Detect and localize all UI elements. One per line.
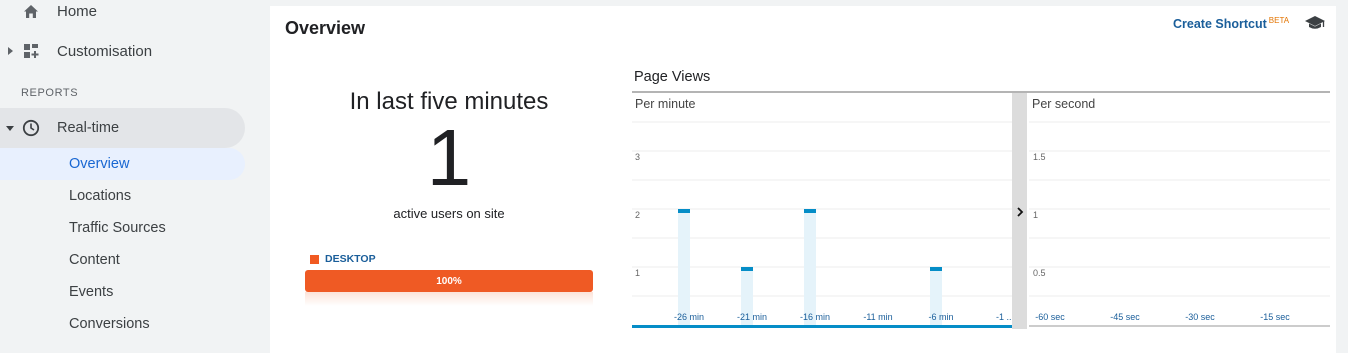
sidebar-item-realtime[interactable]: Real-time bbox=[0, 108, 245, 148]
y-tick-label: 1 bbox=[635, 268, 640, 278]
bar-cap bbox=[930, 267, 942, 271]
bar-cap bbox=[804, 209, 816, 213]
device-share-bar: 100% bbox=[305, 270, 593, 292]
y-tick-label: 1 bbox=[1033, 210, 1038, 220]
x-tick-label: -11 min bbox=[863, 312, 892, 322]
desktop-swatch bbox=[310, 254, 319, 264]
y-tick-label: 3 bbox=[635, 152, 640, 162]
graduation-cap-icon[interactable] bbox=[1304, 15, 1326, 31]
sidebar-item-content[interactable]: Content bbox=[0, 244, 245, 276]
create-shortcut-link[interactable]: Create Shortcut BETA bbox=[1173, 16, 1290, 31]
panel-divider bbox=[1012, 93, 1027, 329]
bar-cap bbox=[678, 209, 690, 213]
sidebar-item-label: Real-time bbox=[57, 120, 120, 136]
section-label: REPORTS bbox=[21, 87, 79, 99]
x-tick-label: -21 min bbox=[737, 312, 767, 322]
x-tick-label: -60 sec bbox=[1035, 312, 1065, 322]
page-views-chart: Per minute 1 2 3 -26 min -21 min -16 min -11 mi… bbox=[632, 91, 1330, 329]
sidebar-item-traffic-sources[interactable]: Traffic Sources bbox=[0, 212, 245, 244]
dashboard-plus-icon bbox=[22, 42, 40, 60]
active-users-label: active users on site bbox=[393, 206, 505, 221]
x-tick-label: -45 sec bbox=[1110, 312, 1140, 322]
home-icon bbox=[22, 2, 40, 20]
page-views-title: Page Views bbox=[634, 69, 711, 85]
bar bbox=[804, 209, 816, 325]
y-tick-label: 2 bbox=[635, 210, 640, 220]
per-second-title: Per second bbox=[1032, 97, 1095, 111]
create-shortcut-label: Create Shortcut bbox=[1173, 17, 1267, 31]
bar-cap bbox=[741, 267, 753, 271]
per-minute-title: Per minute bbox=[635, 97, 695, 111]
x-tick-label: -30 sec bbox=[1185, 312, 1215, 322]
sidebar-item-locations[interactable]: Locations bbox=[0, 180, 245, 212]
bar bbox=[678, 209, 690, 325]
sidebar-item-customisation[interactable]: Customisation bbox=[0, 35, 245, 67]
sidebar-item-events[interactable]: Events bbox=[0, 276, 245, 308]
x-tick-label: -26 min bbox=[674, 312, 704, 322]
sidebar: Home Customisation REPORTS Real-time Ove… bbox=[0, 0, 262, 353]
last-five-minutes-title: In last five minutes bbox=[349, 88, 549, 115]
sidebar-item-home[interactable]: Home bbox=[0, 0, 245, 27]
y-tick-label: 1.5 bbox=[1033, 152, 1046, 162]
clock-icon bbox=[22, 119, 40, 137]
page-views-charts: Per minute 1 2 3 -26 min -21 min -16 min -11 mi… bbox=[632, 91, 1330, 329]
collapse-caret-icon[interactable] bbox=[6, 125, 14, 131]
y-tick-label: 0.5 bbox=[1033, 268, 1046, 278]
sidebar-item-conversions[interactable]: Conversions bbox=[0, 308, 245, 340]
x-tick-label: -6 min bbox=[928, 312, 953, 322]
beta-badge: BETA bbox=[1268, 16, 1290, 25]
device-label: DESKTOP bbox=[325, 253, 376, 265]
x-tick-label: -16 min bbox=[800, 312, 830, 322]
device-percent-label: 100% bbox=[436, 275, 462, 287]
sidebar-item-label: Home bbox=[57, 2, 98, 20]
x-tick-label: -1 ... bbox=[996, 312, 1014, 322]
overview-card: Overview Create Shortcut BETA In last fiv… bbox=[270, 6, 1336, 353]
page-title: Overview bbox=[285, 18, 366, 38]
sidebar-item-label: Customisation bbox=[57, 42, 153, 60]
sidebar-item-overview[interactable]: Overview bbox=[0, 148, 245, 180]
expand-caret-icon[interactable] bbox=[8, 47, 13, 55]
device-legend: DESKTOP bbox=[310, 253, 376, 265]
x-tick-label: -15 sec bbox=[1260, 312, 1290, 322]
x-axis-baseline bbox=[632, 325, 1012, 328]
active-users-count: 1 bbox=[426, 113, 472, 202]
device-bar-reflection bbox=[305, 292, 593, 306]
